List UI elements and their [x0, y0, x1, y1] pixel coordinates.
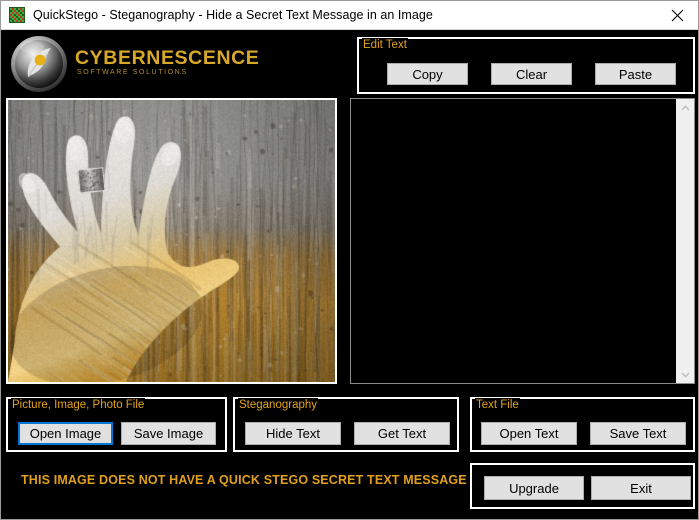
chevron-up-icon [681, 105, 690, 111]
brand-name: CYBERNESCENCE [75, 47, 259, 70]
window-title: QuickStego - Steganography - Hide a Secr… [33, 8, 433, 22]
steganography-group-label: Steganography [238, 398, 318, 412]
actions-group: Upgrade Exit [470, 463, 695, 509]
save-image-button[interactable]: Save Image [121, 422, 216, 445]
scroll-up-button[interactable] [677, 99, 694, 116]
picture-file-group: Picture, Image, Photo File Open Image Sa… [6, 397, 227, 452]
quickstego-window: QuickStego - Steganography - Hide a Secr… [0, 0, 699, 520]
sphere-leaf-logo-icon [10, 35, 68, 93]
save-text-button[interactable]: Save Text [590, 422, 686, 445]
secret-text-panel [350, 98, 695, 384]
secret-text-input[interactable] [351, 99, 676, 383]
picture-preview-frame[interactable] [6, 98, 337, 384]
close-button[interactable] [654, 1, 699, 29]
hide-text-button[interactable]: Hide Text [245, 422, 341, 445]
open-image-button[interactable]: Open Image [18, 422, 113, 445]
close-icon [671, 9, 684, 22]
scroll-down-button[interactable] [677, 366, 694, 383]
edit-text-group-label: Edit Text [362, 38, 408, 52]
clear-button[interactable]: Clear [491, 63, 572, 85]
paste-button[interactable]: Paste [595, 63, 676, 85]
upgrade-button[interactable]: Upgrade [484, 476, 584, 500]
title-bar: QuickStego - Steganography - Hide a Secr… [1, 1, 699, 30]
text-file-group: Text File Open Text Save Text [470, 397, 695, 452]
status-message: THIS IMAGE DOES NOT HAVE A QUICK STEGO S… [21, 473, 467, 487]
picture-preview [8, 100, 335, 382]
text-file-group-label: Text File [475, 398, 520, 412]
chevron-down-icon [681, 372, 690, 378]
open-text-button[interactable]: Open Text [481, 422, 577, 445]
steganography-group: Steganography Hide Text Get Text [233, 397, 459, 452]
quickstego-grid-icon [9, 7, 25, 23]
copy-button[interactable]: Copy [387, 63, 468, 85]
brand-tagline: SOFTWARE SOLUTIONS [77, 69, 188, 76]
exit-button[interactable]: Exit [591, 476, 691, 500]
edit-text-group: Edit Text Copy Clear Paste [357, 37, 695, 94]
text-scrollbar[interactable] [676, 99, 694, 383]
picture-file-group-label: Picture, Image, Photo File [11, 398, 145, 412]
get-text-button[interactable]: Get Text [354, 422, 450, 445]
